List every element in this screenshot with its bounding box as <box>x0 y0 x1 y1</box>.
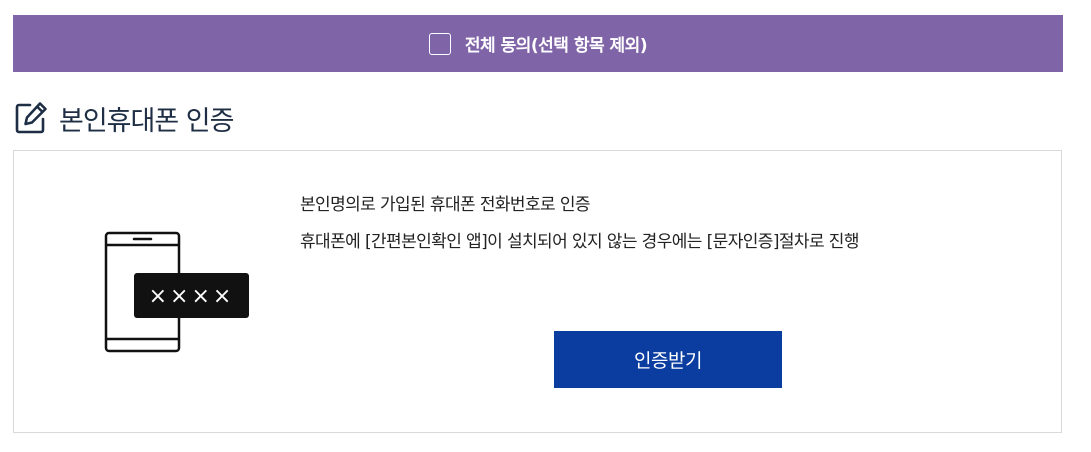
verify-button[interactable]: 인증받기 <box>554 331 782 388</box>
section-title: 본인휴대폰 인증 <box>59 105 234 137</box>
agree-all-label: 전체 동의(선택 항목 제외) <box>464 36 648 56</box>
agree-all-checkbox[interactable] <box>428 32 451 55</box>
agree-all-bar[interactable]: 전체 동의(선택 항목 제외) <box>13 15 1063 72</box>
phone-verification-card: ×××× 본인명의로 가입된 휴대폰 전화번호로 인증 휴대폰에 [간편본인확인… <box>13 150 1062 433</box>
code-mask-text: ×××× <box>149 284 235 309</box>
description-line-1: 본인명의로 가입된 휴대폰 전화번호로 인증 <box>300 195 591 215</box>
phone-with-code-icon: ×××× <box>104 231 254 356</box>
description-line-2: 휴대폰에 [간편본인확인 앱]이 설치되어 있지 않는 경우에는 [문자인증]절… <box>300 232 859 252</box>
section-header: 본인휴대폰 인증 <box>13 98 234 138</box>
edit-icon <box>13 100 49 136</box>
verification-description: 본인명의로 가입된 휴대폰 전화번호로 인증 휴대폰에 [간편본인확인 앱]이 … <box>300 195 859 252</box>
